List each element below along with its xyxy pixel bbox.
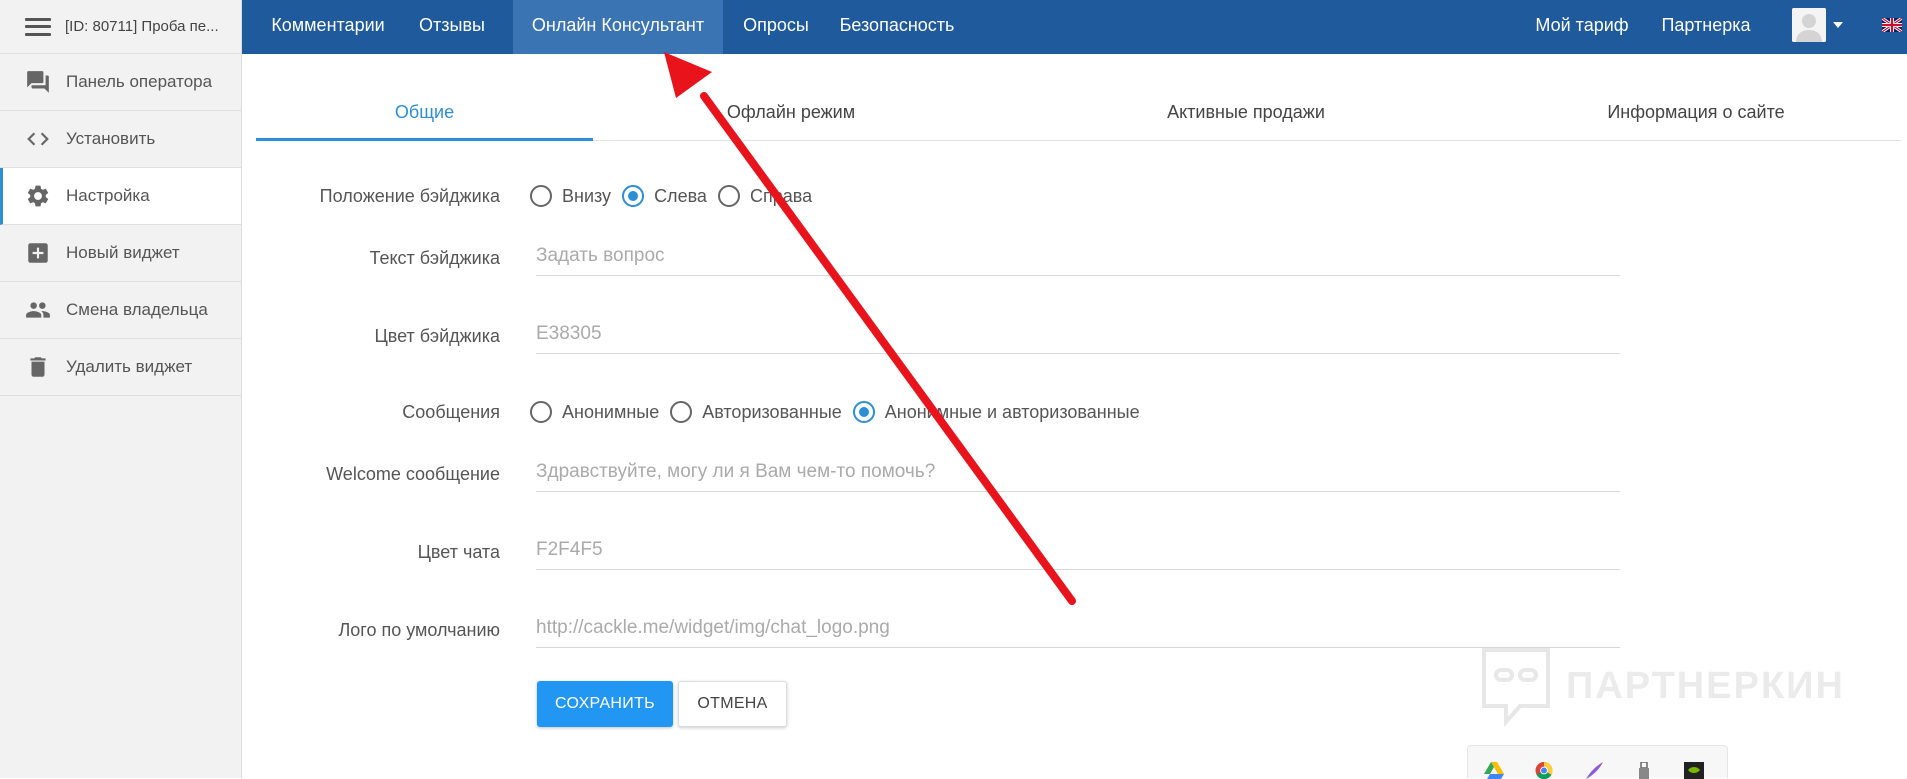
people-icon <box>25 297 51 323</box>
badge-text-input[interactable] <box>536 236 1620 276</box>
radio-label: Внизу <box>562 185 612 206</box>
nav-online-consultant[interactable]: Онлайн Консультант <box>513 0 723 54</box>
system-tray <box>1467 745 1728 779</box>
radio-label: Авторизованные <box>702 401 842 422</box>
widget-title: [ID: 80711] Проба пе... <box>65 18 219 35</box>
radio-label: Справа <box>749 185 813 206</box>
nav-partner[interactable]: Партнерка <box>1656 0 1756 54</box>
radio-bottom[interactable]: Внизу <box>530 185 611 207</box>
chat-color-label: Цвет чата <box>417 542 500 562</box>
radio-label: Слева <box>654 185 707 206</box>
logo-row: Лого по умолчанию <box>256 608 1636 652</box>
radio-label: Анонимные и авторизованные <box>884 401 1140 422</box>
radio-circle[interactable] <box>530 185 552 207</box>
top-navigation: Комментарии Отзывы Онлайн Консультант Оп… <box>242 0 1907 54</box>
radio-anonymous-and-authorized[interactable]: Анонимные и авторизованные <box>852 401 1140 423</box>
nav-polls[interactable]: Опросы <box>736 0 816 54</box>
radio-authorized[interactable]: Авторизованные <box>670 401 842 423</box>
sidebar-item-label: Установить <box>66 129 156 148</box>
tab-offline-mode[interactable]: Офлайн режим <box>651 90 931 141</box>
radio-circle[interactable] <box>717 185 740 207</box>
avatar[interactable] <box>1792 8 1826 42</box>
tab-general[interactable]: Общие <box>256 90 593 141</box>
nav-comments[interactable]: Комментарии <box>258 0 398 54</box>
gear-icon <box>25 183 51 209</box>
badge-position-label: Положение бэйджика <box>319 186 500 206</box>
radio-left[interactable]: Слева <box>622 185 707 207</box>
tab-site-info[interactable]: Информация о сайте <box>1546 90 1846 141</box>
badge-text-row: Текст бэйджика <box>256 236 1636 280</box>
welcome-label: Welcome сообщение <box>326 464 500 484</box>
sidebar-item-label: Новый виджет <box>66 243 180 262</box>
trash-icon <box>25 354 51 380</box>
menu-icon[interactable] <box>25 17 51 36</box>
radio-label: Анонимные <box>562 401 660 422</box>
uk-flag-icon[interactable] <box>1881 16 1903 34</box>
sidebar-item-change-owner[interactable]: Смена владельца <box>0 282 241 339</box>
sidebar: [ID: 80711] Проба пе... Панель оператора… <box>0 0 242 778</box>
badge-color-row: Цвет бэйджика <box>256 314 1636 358</box>
sidebar-item-settings[interactable]: Настройка <box>0 168 241 225</box>
welcome-row: Welcome сообщение <box>256 452 1636 496</box>
sidebar-item-label: Настройка <box>66 186 150 205</box>
feather-icon[interactable] <box>1584 762 1604 779</box>
save-button[interactable]: СОХРАНИТЬ <box>537 681 673 727</box>
badge-color-label: Цвет бэйджика <box>374 326 500 346</box>
radio-circle[interactable] <box>852 401 875 423</box>
chat-color-input[interactable] <box>536 530 1620 570</box>
tab-active-sales[interactable]: Активные продажи <box>1096 90 1396 141</box>
settings-tabs: Общие Офлайн режим Активные продажи Инфо… <box>256 90 1901 141</box>
watermark-text: ПАРТНЕРКИН <box>1566 664 1845 707</box>
badge-text-label: Текст бэйджика <box>369 248 500 268</box>
sidebar-item-label: Панель оператора <box>66 72 213 91</box>
radio-circle[interactable] <box>530 401 552 423</box>
nav-my-plan[interactable]: Мой тариф <box>1532 0 1632 54</box>
badge-position-radios: Внизу Слева Справа <box>530 185 823 207</box>
messages-row: Сообщения Анонимные Авторизованные Анони… <box>256 401 1636 426</box>
code-icon <box>25 126 51 152</box>
chat-color-row: Цвет чата <box>256 530 1636 574</box>
usb-icon[interactable] <box>1634 762 1654 779</box>
radio-circle[interactable] <box>622 185 645 207</box>
badge-color-input[interactable] <box>536 314 1620 354</box>
messages-label: Сообщения <box>402 402 500 422</box>
sidebar-item-delete-widget[interactable]: Удалить виджет <box>0 339 241 396</box>
watermark-logo-icon <box>1482 648 1550 726</box>
nav-reviews[interactable]: Отзывы <box>412 0 492 54</box>
watermark: ПАРТНЕРКИН <box>1480 646 1845 726</box>
sidebar-item-label: Удалить виджет <box>66 357 193 376</box>
radio-right[interactable]: Справа <box>717 185 813 207</box>
sidebar-item-install[interactable]: Установить <box>0 111 241 168</box>
add-box-icon <box>25 240 51 266</box>
google-drive-icon[interactable] <box>1484 762 1504 779</box>
badge-position-row: Положение бэйджика Внизу Слева Справа <box>256 185 1636 210</box>
cancel-button[interactable]: ОТМЕНА <box>678 681 787 727</box>
chrome-icon[interactable] <box>1534 762 1554 779</box>
nav-security[interactable]: Безопасность <box>832 0 962 54</box>
welcome-input[interactable] <box>536 452 1620 492</box>
nvidia-icon[interactable] <box>1684 762 1704 779</box>
radio-circle[interactable] <box>670 401 693 423</box>
radio-anonymous[interactable]: Анонимные <box>530 401 659 423</box>
chevron-down-icon[interactable] <box>1833 22 1843 28</box>
messages-radios: Анонимные Авторизованные Анонимные и авт… <box>530 401 1151 423</box>
sidebar-item-operator-panel[interactable]: Панель оператора <box>0 54 241 111</box>
sidebar-header: [ID: 80711] Проба пе... <box>0 0 241 54</box>
logo-input[interactable] <box>536 608 1620 648</box>
forum-icon <box>25 69 51 95</box>
sidebar-item-new-widget[interactable]: Новый виджет <box>0 225 241 282</box>
sidebar-item-label: Смена владельца <box>66 300 208 319</box>
logo-label: Лого по умолчанию <box>338 620 500 640</box>
